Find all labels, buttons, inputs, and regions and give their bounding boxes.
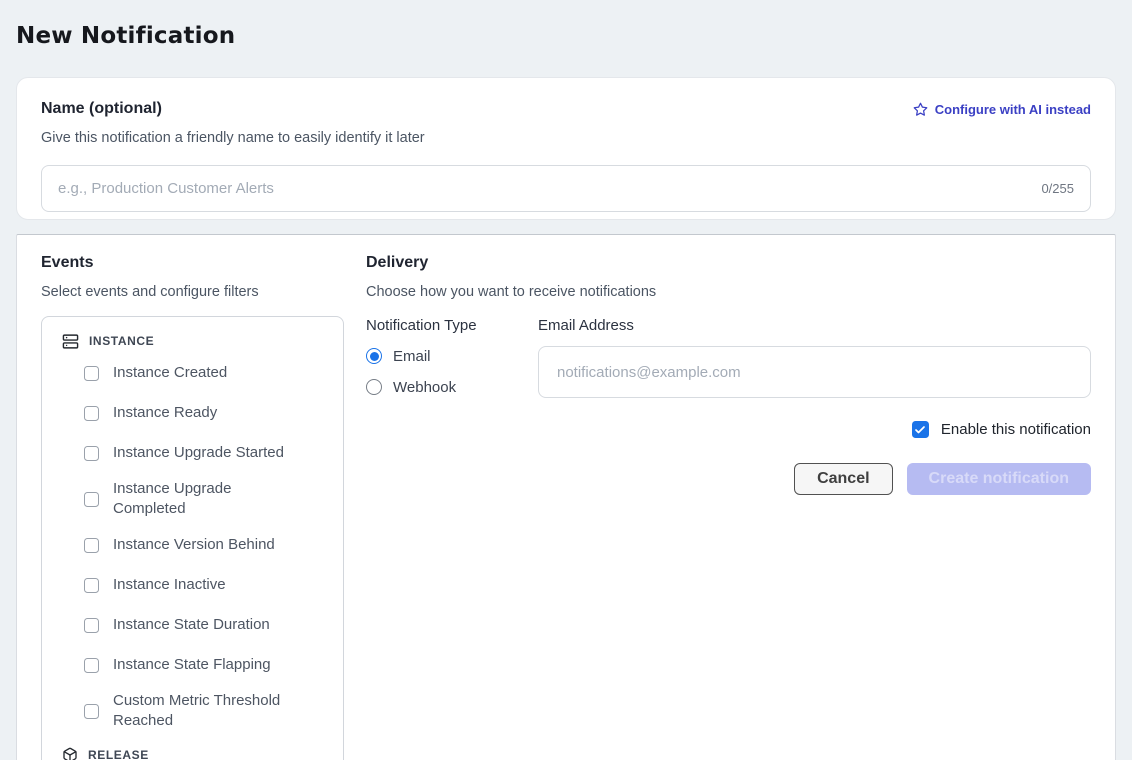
radio-unselected-icon [366,379,382,395]
radio-selected-icon [366,348,382,364]
delivery-heading: Delivery [366,253,1091,273]
email-input[interactable] [538,346,1091,398]
enable-notification-toggle[interactable]: Enable this notification [366,421,1091,438]
page-title: New Notification [0,0,1132,50]
package-icon [62,747,78,760]
radio-email[interactable]: Email [366,344,516,368]
event-row-instance-ready[interactable]: Instance Ready [58,393,327,433]
events-delivery-card: Events Select events and configure filte… [16,234,1116,760]
cancel-button[interactable]: Cancel [794,463,892,495]
event-row-instance-inactive[interactable]: Instance Inactive [58,565,327,605]
char-counter: 0/255 [1041,181,1074,196]
checkbox-icon[interactable] [84,538,99,553]
event-row-instance-state-flapping[interactable]: Instance State Flapping [58,645,327,685]
event-row-custom-metric-threshold[interactable]: Custom Metric Threshold Reached [58,685,327,737]
checkbox-icon[interactable] [84,578,99,593]
checkbox-icon[interactable] [84,492,99,507]
delivery-subtitle: Choose how you want to receive notificat… [366,282,1091,303]
enable-notification-label: Enable this notification [941,421,1091,438]
events-list-panel[interactable]: INSTANCE Instance Created Instance Ready… [41,316,344,760]
email-address-label: Email Address [538,316,1091,336]
configure-ai-label: Configure with AI instead [935,102,1091,117]
checkbox-icon[interactable] [84,658,99,673]
events-subtitle: Select events and configure filters [41,282,344,303]
configure-ai-link[interactable]: Configure with AI instead [913,102,1091,117]
event-row-instance-upgrade-started[interactable]: Instance Upgrade Started [58,433,327,473]
group-release: RELEASE [62,743,327,760]
checkbox-icon[interactable] [84,446,99,461]
notification-type-label: Notification Type [366,316,516,336]
checkbox-icon[interactable] [84,406,99,421]
name-input[interactable] [58,180,1029,197]
checkbox-icon[interactable] [84,618,99,633]
action-buttons: Cancel Create notification [366,463,1091,495]
delivery-column: Delivery Choose how you want to receive … [366,253,1091,495]
name-input-wrap: 0/255 [41,165,1091,212]
check-icon [914,424,926,436]
group-release-label: RELEASE [88,748,149,760]
event-row-instance-created[interactable]: Instance Created [58,353,327,393]
events-column: Events Select events and configure filte… [41,253,344,760]
checkbox-icon[interactable] [84,704,99,719]
events-heading: Events [41,253,344,273]
server-icon [62,333,79,350]
group-instance-label: INSTANCE [89,334,154,348]
name-card: Name (optional) Configure with AI instea… [16,77,1116,220]
star-icon [913,102,928,117]
event-row-instance-state-duration[interactable]: Instance State Duration [58,605,327,645]
notification-type-group: Notification Type Email Webhook [366,316,516,399]
radio-webhook[interactable]: Webhook [366,375,516,399]
checked-checkbox-icon[interactable] [912,421,929,438]
event-row-instance-upgrade-completed[interactable]: Instance Upgrade Completed [58,473,327,525]
group-instance: INSTANCE [62,329,327,353]
new-notification-page: New Notification Name (optional) Configu… [0,0,1132,760]
name-subtitle: Give this notification a friendly name t… [41,128,1091,149]
event-row-instance-version-behind[interactable]: Instance Version Behind [58,525,327,565]
checkbox-icon[interactable] [84,366,99,381]
create-notification-button[interactable]: Create notification [907,463,1091,495]
email-group: Email Address [538,316,1091,399]
name-heading: Name (optional) [41,99,162,119]
